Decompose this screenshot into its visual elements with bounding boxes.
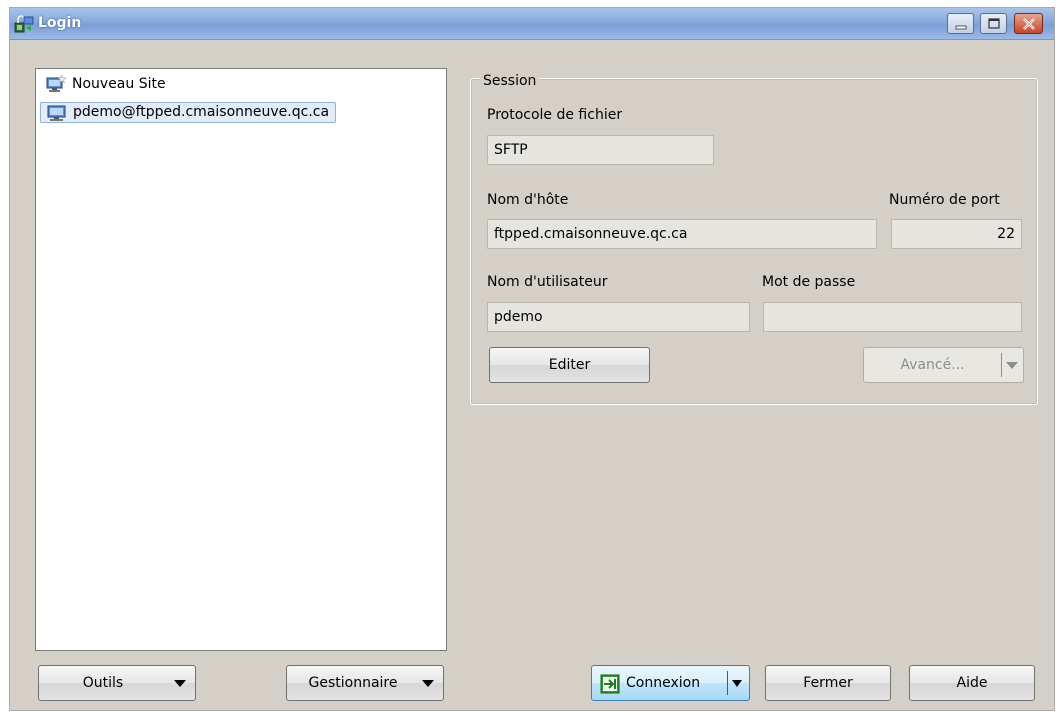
chevron-down-icon bbox=[422, 680, 434, 687]
computer-icon bbox=[47, 105, 66, 121]
host-field[interactable]: ftpped.cmaisonneuve.qc.ca bbox=[487, 219, 877, 249]
split-separator bbox=[1001, 353, 1002, 377]
edit-button[interactable]: Editer bbox=[489, 347, 650, 383]
close-window-button[interactable] bbox=[1014, 13, 1043, 34]
split-separator bbox=[727, 671, 728, 695]
chevron-down-icon[interactable] bbox=[1006, 362, 1018, 369]
password-label: Mot de passe bbox=[762, 274, 856, 290]
tree-item-pdemo-site[interactable]: pdemo@ftpped.cmaisonneuve.qc.ca bbox=[40, 102, 337, 123]
manager-button[interactable]: Gestionnaire bbox=[286, 665, 444, 701]
close-button[interactable]: Fermer bbox=[765, 665, 891, 701]
tree-item-label: Nouveau Site bbox=[72, 76, 166, 92]
tree-item-new-site[interactable]: Nouveau Site bbox=[40, 74, 172, 95]
title-bar[interactable]: Login bbox=[10, 8, 1054, 40]
port-label: Numéro de port bbox=[889, 192, 1000, 208]
login-window: Login Nouveau Site pdemo@ftpped.cmaisonn… bbox=[9, 7, 1055, 711]
winscp-app-icon bbox=[14, 15, 34, 33]
close-icon bbox=[1023, 18, 1035, 30]
connect-button-label: Connexion bbox=[626, 675, 701, 691]
advanced-button[interactable]: Avancé... bbox=[863, 347, 1024, 383]
window-title: Login bbox=[38, 15, 82, 31]
session-legend: Session bbox=[480, 73, 540, 89]
tools-button-label: Outils bbox=[82, 675, 124, 691]
maximize-button[interactable] bbox=[980, 13, 1007, 34]
user-label: Nom d'utilisateur bbox=[487, 274, 608, 290]
connect-button[interactable]: Connexion bbox=[591, 665, 750, 701]
chevron-down-icon bbox=[174, 680, 186, 687]
protocol-select[interactable]: SFTP bbox=[487, 135, 714, 165]
tools-button[interactable]: Outils bbox=[38, 665, 196, 701]
connect-icon bbox=[600, 674, 620, 694]
manager-button-label: Gestionnaire bbox=[308, 675, 398, 691]
minimize-button[interactable] bbox=[947, 13, 974, 34]
chevron-down-icon[interactable] bbox=[732, 680, 742, 687]
password-field[interactable] bbox=[763, 302, 1022, 332]
username-field[interactable]: pdemo bbox=[487, 302, 750, 332]
help-button[interactable]: Aide bbox=[909, 665, 1035, 701]
site-tree[interactable]: Nouveau Site pdemo@ftpped.cmaisonneuve.q… bbox=[35, 68, 447, 651]
new-site-icon bbox=[46, 75, 66, 92]
tree-item-label: pdemo@ftpped.cmaisonneuve.qc.ca bbox=[73, 104, 330, 120]
port-field[interactable]: 22 bbox=[891, 219, 1022, 249]
minimize-icon bbox=[955, 25, 967, 30]
advanced-button-label: Avancé... bbox=[900, 357, 965, 373]
host-label: Nom d'hôte bbox=[487, 192, 569, 208]
protocol-label: Protocole de fichier bbox=[487, 107, 623, 123]
maximize-icon bbox=[988, 18, 1000, 29]
